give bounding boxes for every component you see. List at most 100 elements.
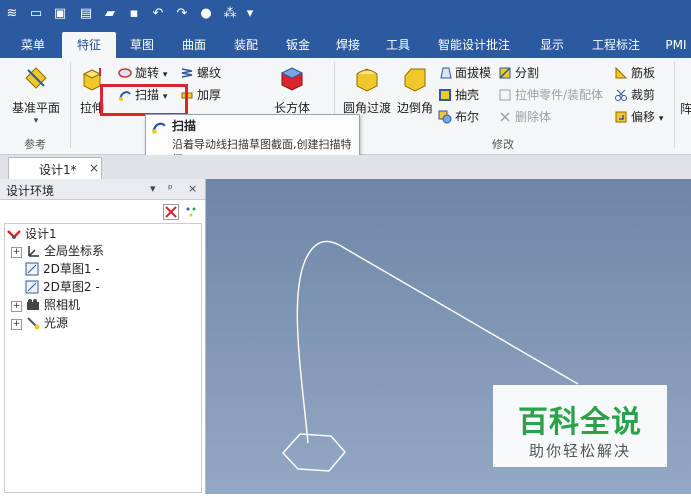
delete-red-x-icon[interactable] [163, 204, 179, 220]
chamfer-button[interactable]: 边倒角 [396, 64, 434, 116]
draft-button[interactable]: 面拔模 [438, 64, 491, 82]
tab-feature[interactable]: 特征 [62, 32, 116, 58]
tree-node-label: 2D草图2 - [43, 280, 100, 294]
tree-node-light[interactable]: + 光源 [11, 315, 68, 332]
tree-node-camera[interactable]: + 照相机 [11, 297, 80, 314]
save-icon[interactable]: ▪ [126, 6, 142, 22]
tab-welding[interactable]: 焊接 [324, 32, 372, 58]
tree-node-label: 2D草图1 - [43, 262, 100, 276]
offset-button[interactable]: 偏移 ▾ [614, 108, 663, 126]
smart-icon[interactable]: ⁂ [222, 6, 238, 22]
revolve-button[interactable]: 旋转 ▾ [118, 64, 167, 82]
tooltip-title: 扫描 [172, 119, 197, 133]
watermark-logo: 百科全说 助你轻松解决 [493, 385, 667, 467]
split-icon [499, 67, 511, 79]
rib-icon [615, 66, 628, 79]
tab-display[interactable]: 显示 [528, 32, 576, 58]
revolve-dropdown-icon[interactable]: ▾ [163, 70, 168, 80]
tab-sketch[interactable]: 草图 [118, 32, 166, 58]
draft-label: 面拔模 [455, 66, 492, 80]
render-icon[interactable]: ● [198, 6, 214, 22]
shell-button[interactable]: 抽壳 [438, 86, 479, 104]
delete-body-label: 删除体 [515, 110, 552, 124]
datum-plane-icon [25, 67, 47, 89]
ribbon-tab-bar: 菜单 特征 草图 曲面 装配 钣金 焊接 工具 智能设计批注 显示 工程标注 P… [0, 32, 691, 58]
offset-icon [615, 111, 627, 123]
pin-icon[interactable]: ᵖ [168, 182, 173, 195]
helix-button[interactable]: 螺纹 [180, 64, 221, 82]
datum-plane-label: 基准平面 [11, 101, 60, 115]
app-menu-icon[interactable]: ≋ [4, 6, 20, 22]
tree-node-label: 全局坐标系 [44, 244, 105, 258]
tree-node-label: 照相机 [44, 298, 81, 312]
expand-toggle[interactable]: + [11, 247, 22, 258]
watermark-subtitle: 助你轻松解决 [528, 442, 631, 460]
new-design-icon[interactable]: ▣ [52, 6, 68, 22]
tree-node-global-coords[interactable]: + 全局坐标系 [11, 243, 104, 260]
sketch-icon [25, 280, 39, 294]
split-label: 分割 [515, 66, 540, 80]
revolve-label: 旋转 [135, 66, 160, 80]
close-icon[interactable]: × [89, 161, 99, 175]
delete-body-button[interactable]: 删除体 [498, 108, 551, 126]
chamfer-label: 边倒角 [396, 101, 433, 115]
helix-icon [181, 68, 193, 78]
sweep-highlight-box [100, 84, 188, 116]
tab-sheet-metal[interactable]: 钣金 [274, 32, 322, 58]
tree-root-node[interactable]: 设计1 [7, 226, 57, 243]
offset-dropdown-icon[interactable]: ▾ [659, 114, 664, 124]
panel-menu-icon[interactable]: ▾ [150, 182, 156, 195]
undo-icon[interactable]: ↶ [150, 6, 166, 22]
watermark-title: 百科全说 [518, 405, 642, 440]
expand-toggle[interactable]: + [11, 301, 22, 312]
qat-dropdown-icon[interactable]: ▾ [242, 6, 258, 22]
new-file-icon[interactable]: ▭ [28, 6, 44, 22]
split-button[interactable]: 分割 [498, 64, 539, 82]
rib-button[interactable]: 筋板 [614, 64, 655, 82]
panel-close-icon[interactable]: × [188, 182, 197, 195]
tab-assembly[interactable]: 装配 [222, 32, 270, 58]
panel-header: 设计环境 ▾ ᵖ × [0, 179, 205, 200]
trim-button[interactable]: 裁剪 [614, 86, 655, 104]
datum-plane-button[interactable]: 基准平面 ▾ [8, 64, 64, 126]
rib-label: 筋板 [631, 66, 656, 80]
open-folder-icon[interactable]: ▰ [102, 6, 118, 22]
fillet-button[interactable]: 圆角过渡 [340, 64, 394, 116]
new-drawing-icon[interactable]: ▤ [78, 6, 94, 22]
datum-plane-dropdown-icon[interactable]: ▾ [8, 116, 64, 126]
tab-smart-annotation[interactable]: 智能设计批注 [432, 32, 516, 58]
delete-body-icon [500, 112, 510, 122]
hexagon-profile-sketch [282, 433, 346, 472]
boolean-icon [438, 110, 452, 124]
pattern-button[interactable]: 阵 [680, 100, 691, 118]
trim-icon [615, 89, 627, 101]
stretch-part-button[interactable]: 拉伸零件/装配体 [498, 86, 603, 104]
thicken-label: 加厚 [197, 88, 222, 102]
tab-pmi[interactable]: PMI [660, 32, 691, 58]
trim-label: 裁剪 [631, 88, 656, 102]
tree-node-sketch-1[interactable]: 2D草图1 - [25, 261, 100, 278]
draft-icon [440, 67, 452, 79]
expand-toggle[interactable]: + [11, 319, 22, 330]
tab-engineering-annotation[interactable]: 工程标注 [586, 32, 646, 58]
box-icon [280, 67, 304, 91]
camera-icon [27, 299, 39, 310]
light-source-icon [27, 317, 40, 330]
document-tab[interactable]: 设计1* × [8, 157, 102, 179]
box-button[interactable]: 长方体 [270, 64, 314, 116]
redo-icon[interactable]: ↷ [174, 6, 190, 22]
revolve-icon [118, 68, 132, 78]
design-environment-panel: 设计环境 ▾ ᵖ × 设计1 + 全局坐标系 2D草图1 - 2D草图2 - + 照… [0, 179, 206, 494]
helix-label: 螺纹 [197, 66, 222, 80]
group-label-modify: 修改 [492, 138, 514, 151]
tree-root-label: 设计1 [25, 227, 57, 241]
tab-surface[interactable]: 曲面 [170, 32, 218, 58]
tree-node-sketch-2[interactable]: 2D草图2 - [25, 279, 100, 296]
stretch-part-icon [499, 89, 511, 101]
ribbon-separator [674, 62, 675, 148]
tab-menu[interactable]: 菜单 [8, 32, 58, 58]
filter-icon[interactable] [183, 204, 199, 220]
tab-tools[interactable]: 工具 [374, 32, 422, 58]
group-label-reference: 参考 [24, 138, 46, 151]
boolean-button[interactable]: 布尔 [438, 108, 479, 126]
